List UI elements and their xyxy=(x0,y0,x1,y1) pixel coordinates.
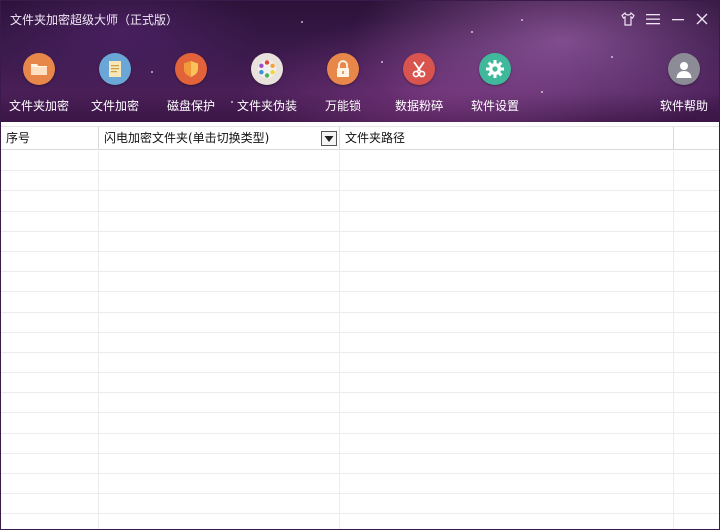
table-row xyxy=(1,352,719,374)
gear-icon xyxy=(479,53,511,85)
scissors-icon xyxy=(403,53,435,85)
table-row xyxy=(1,171,719,192)
table-row xyxy=(1,312,719,333)
toolbar-universal-lock[interactable]: 万能锁 xyxy=(305,53,381,117)
table-row xyxy=(1,474,719,495)
table-row xyxy=(1,433,719,454)
table-row xyxy=(1,413,719,434)
table-row xyxy=(1,514,719,529)
window-title: 文件夹加密超级大师（正式版） xyxy=(10,13,179,27)
toolbar-label: 文件夹伪装 xyxy=(236,99,297,113)
toolbar-file-encrypt[interactable]: 文件加密 xyxy=(77,53,153,117)
toolbar-folder-encrypt[interactable]: 文件夹加密 xyxy=(1,53,77,117)
app-window: 文件夹加密超级大师（正式版） 文件夹加密 文件加密 磁盘保护 文件夹伪装 万能锁… xyxy=(0,0,720,530)
folder-icon xyxy=(23,53,55,85)
skin-button[interactable] xyxy=(618,9,638,29)
column-header-extra xyxy=(674,127,719,150)
color-wheel-icon xyxy=(251,53,283,85)
table-row xyxy=(1,191,719,212)
column-header-folder-path[interactable]: 文件夹路径 xyxy=(340,127,674,150)
toolbar-label: 软件帮助 xyxy=(659,99,708,113)
table-row xyxy=(1,453,719,474)
close-button[interactable] xyxy=(692,9,712,29)
minimize-button[interactable] xyxy=(668,9,688,29)
folder-list-table[interactable]: 序号 闪电加密文件夹(单击切换类型) 文件夹路径 xyxy=(1,122,719,529)
toolbar-help[interactable]: 软件帮助 xyxy=(646,53,719,117)
toolbar-label: 磁盘保护 xyxy=(166,99,215,113)
column-header-encrypt-type[interactable]: 闪电加密文件夹(单击切换类型) xyxy=(99,127,340,150)
menu-button[interactable] xyxy=(643,9,663,29)
table-body xyxy=(1,151,719,529)
table-row xyxy=(1,332,719,353)
column-header-index[interactable]: 序号 xyxy=(1,127,99,150)
toolbar-disk-protect[interactable]: 磁盘保护 xyxy=(153,53,229,117)
hamburger-menu-icon xyxy=(646,14,660,25)
table-row xyxy=(1,393,719,414)
lock-icon xyxy=(327,53,359,85)
toolbar-label: 万能锁 xyxy=(324,99,361,113)
toolbar-label: 文件加密 xyxy=(90,99,139,113)
table-header: 序号 闪电加密文件夹(单击切换类型) 文件夹路径 xyxy=(1,126,719,150)
close-icon xyxy=(696,13,708,25)
table-row xyxy=(1,292,719,313)
encrypt-type-dropdown[interactable] xyxy=(321,131,337,146)
table-row xyxy=(1,231,719,252)
table-row xyxy=(1,211,719,232)
user-icon xyxy=(668,53,700,85)
file-icon xyxy=(99,53,131,85)
table-row xyxy=(1,494,719,515)
table-row xyxy=(1,251,719,273)
table-row xyxy=(1,373,719,394)
toolbar-data-shred[interactable]: 数据粉碎 xyxy=(381,53,457,117)
table-row xyxy=(1,272,719,293)
toolbar-label: 文件夹加密 xyxy=(8,99,69,113)
shield-icon xyxy=(175,53,207,85)
tshirt-icon xyxy=(621,11,635,26)
header-banner: 文件夹加密超级大师（正式版） 文件夹加密 文件加密 磁盘保护 文件夹伪装 万能锁… xyxy=(1,1,719,122)
toolbar-label: 数据粉碎 xyxy=(394,99,443,113)
triangle-down-icon xyxy=(324,135,334,142)
toolbar-folder-disguise[interactable]: 文件夹伪装 xyxy=(229,53,305,117)
toolbar-label: 软件设置 xyxy=(470,99,519,113)
minimize-icon xyxy=(672,19,684,21)
table-row xyxy=(1,151,719,172)
toolbar-settings[interactable]: 软件设置 xyxy=(457,53,533,117)
